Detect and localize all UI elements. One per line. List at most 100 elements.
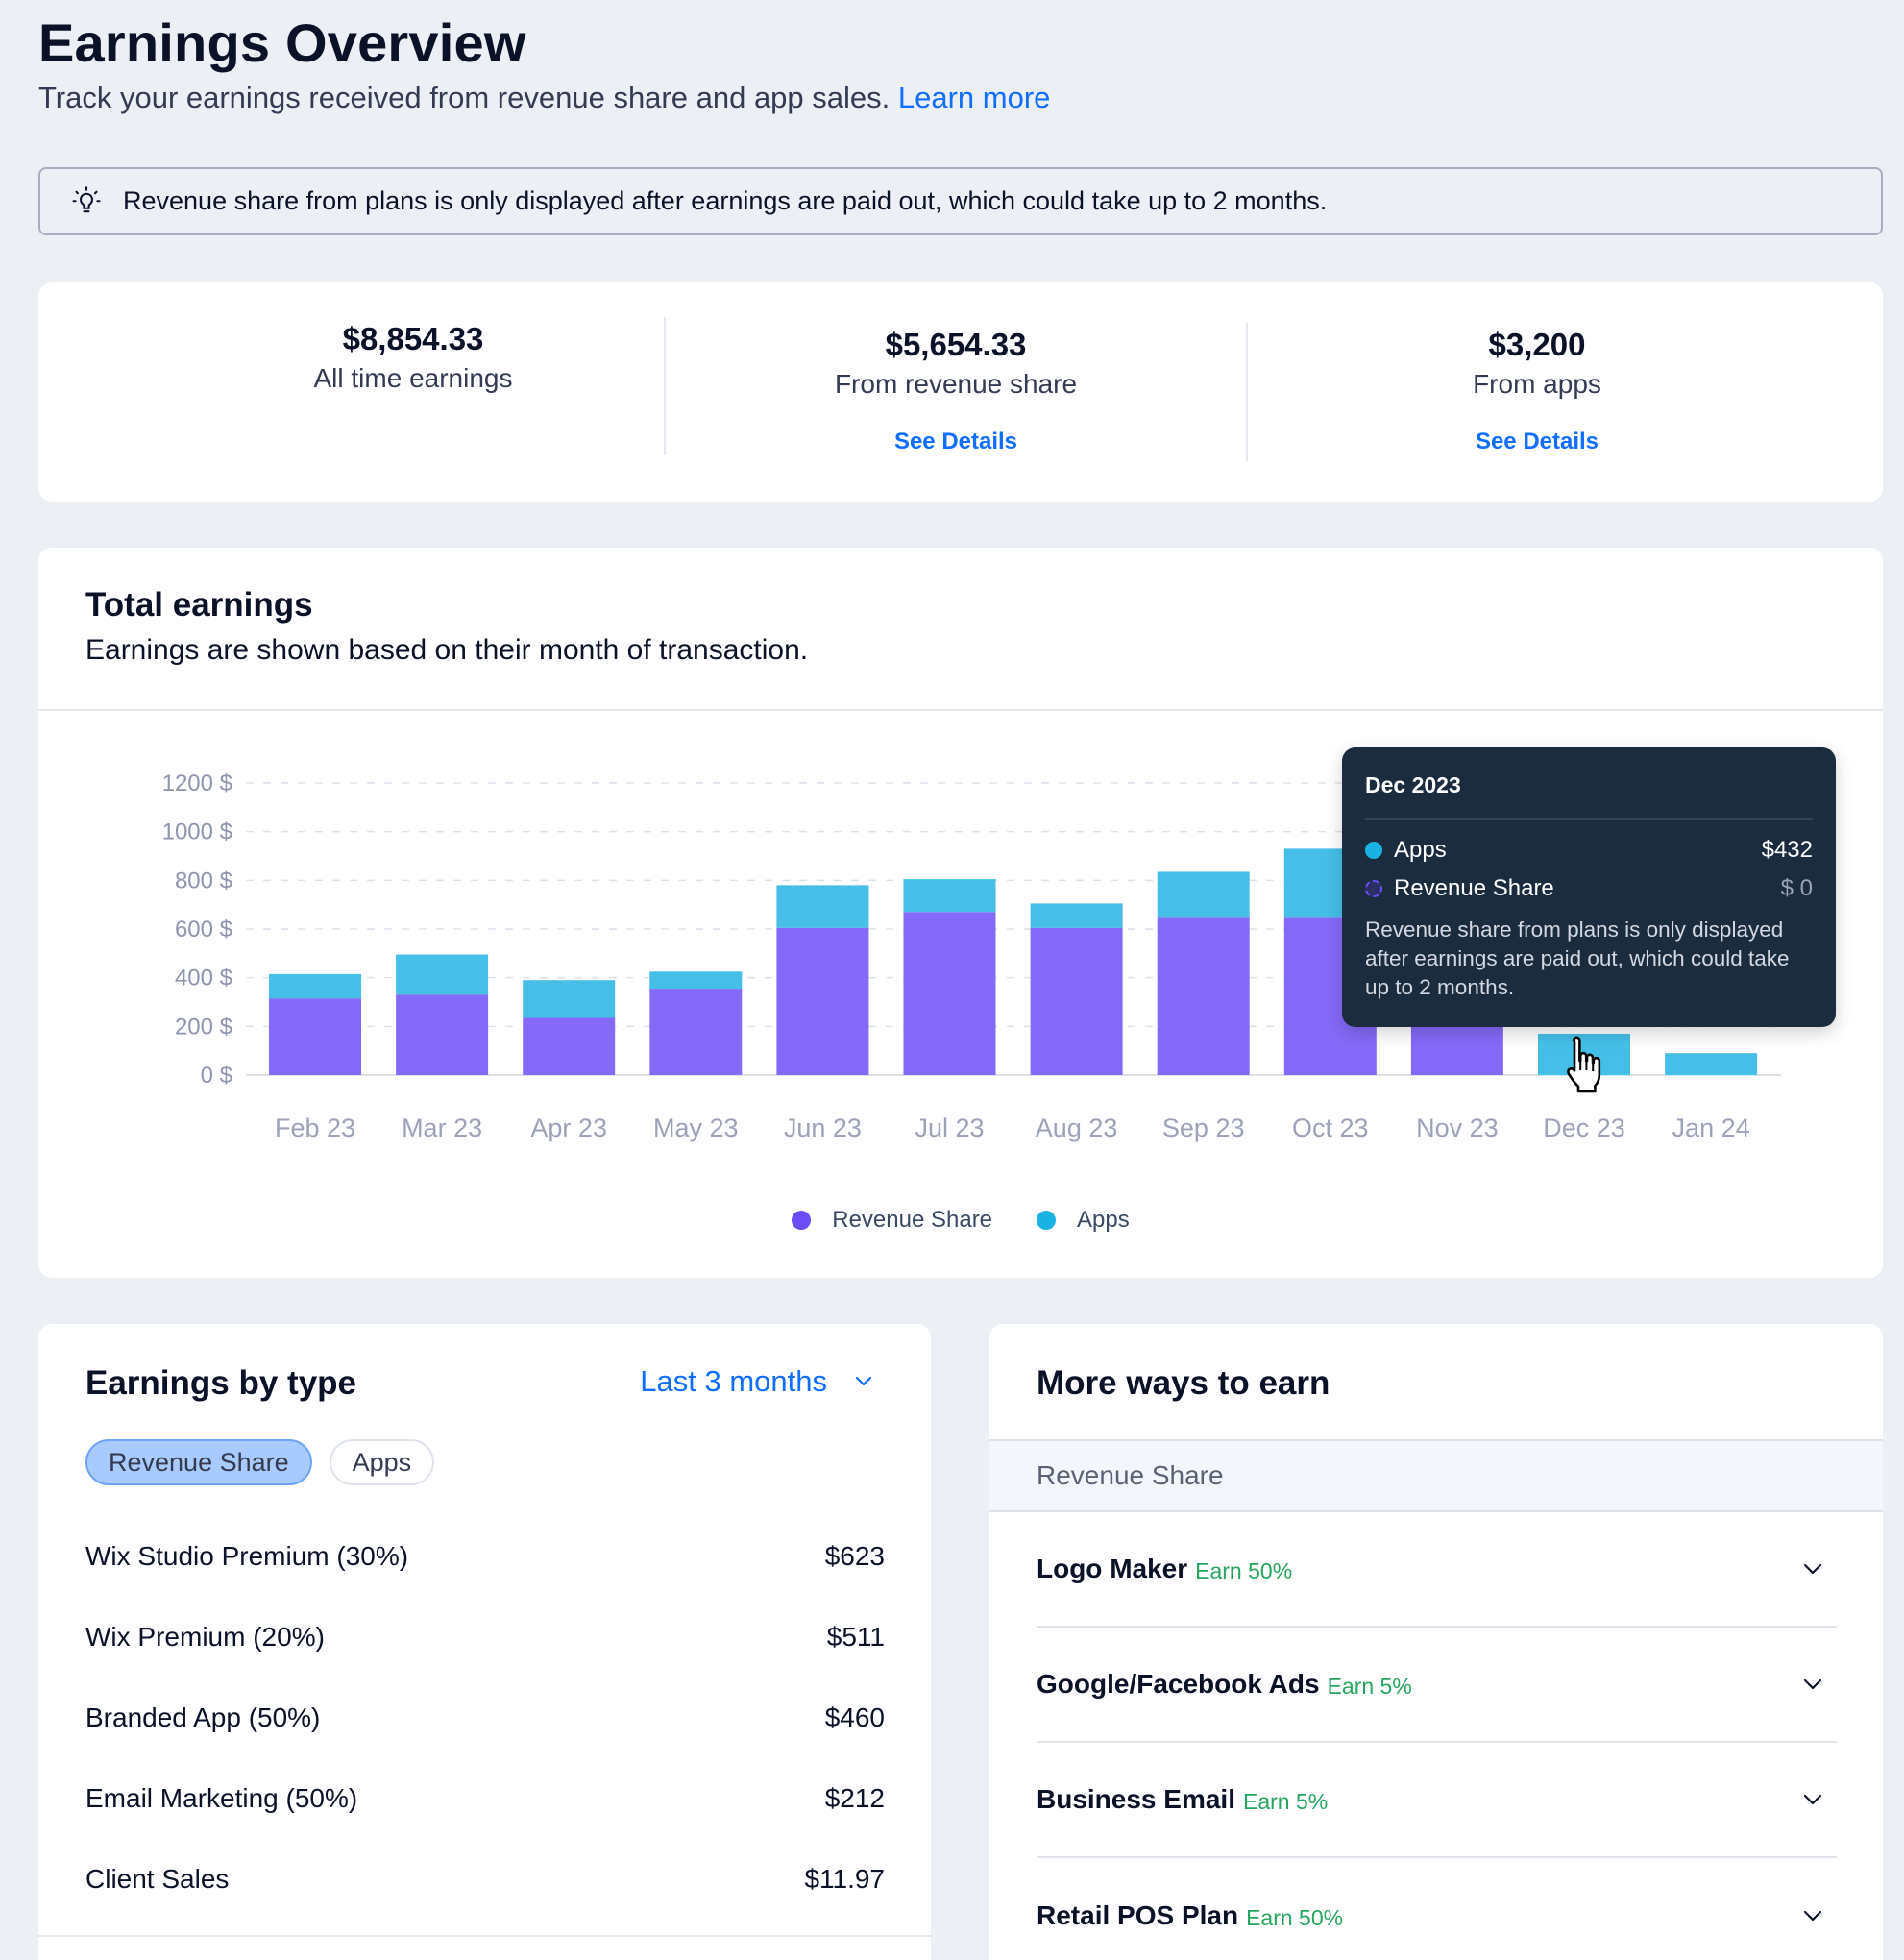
y-tick-label: 200 $ [175, 1014, 232, 1040]
section-header-revenue-share: Revenue Share [989, 1439, 1883, 1512]
chevron-down-icon[interactable] [1802, 1793, 1823, 1806]
bar-apps [776, 885, 869, 928]
bar-apps [1030, 903, 1123, 928]
bar-revenue-share [776, 927, 869, 1075]
x-tick-label: Mar 23 [402, 1114, 482, 1142]
stat-label: From apps [1473, 369, 1601, 399]
see-details-revenue-share-link[interactable]: See Details [894, 429, 1017, 455]
bar-apps [903, 879, 996, 913]
chart-legend: Revenue Share Apps [38, 1207, 1883, 1234]
apps-dot-icon [1365, 842, 1382, 859]
bar-revenue-share [523, 1017, 616, 1075]
revenue-share-dot-icon [792, 1211, 812, 1230]
y-tick-label: 1200 $ [162, 771, 232, 796]
bar-revenue-share [396, 994, 489, 1075]
list-item: Wix Premium (20%) $511 [85, 1597, 885, 1678]
period-dropdown-value: Last 3 months [640, 1364, 827, 1398]
stat-label: All time earnings [313, 363, 513, 393]
see-details-apps-link[interactable]: See Details [1476, 429, 1599, 455]
more-ways-to-earn-card: More ways to earn Revenue Share Logo Mak… [989, 1324, 1883, 1960]
earnings-by-type-title: Earnings by type [85, 1364, 357, 1402]
accordion-item-google-facebook-ads[interactable]: Google/Facebook Ads Earn 5% [1037, 1628, 1837, 1743]
item-name: Logo Maker [1037, 1554, 1188, 1583]
x-tick-label: Dec 23 [1543, 1114, 1625, 1142]
bar-apps [1157, 871, 1250, 918]
tooltip-title: Dec 2023 [1365, 772, 1461, 797]
chevron-down-icon[interactable] [1802, 1909, 1823, 1923]
more-ways-title: More ways to earn [1037, 1364, 1330, 1402]
legend-label: Revenue Share [832, 1207, 993, 1233]
apps-dot-icon [1037, 1211, 1057, 1230]
tooltip-divider [1365, 818, 1813, 820]
chip-revenue-share[interactable]: Revenue Share [85, 1439, 312, 1485]
bar-revenue-share [649, 989, 743, 1075]
type-amount: $212 [824, 1783, 885, 1813]
x-tick-label: Jan 24 [1672, 1114, 1750, 1142]
chevron-down-icon[interactable] [1802, 1678, 1823, 1691]
type-name: Wix Studio Premium (30%) [85, 1541, 409, 1571]
accordion-item-retail-pos-plan[interactable]: Retail POS Plan Earn 50% [1037, 1858, 1837, 1960]
revenue-share-dashed-dot-icon [1365, 880, 1382, 897]
ways-accordion: Logo Maker Earn 50% Google/Facebook Ads … [1037, 1512, 1837, 1960]
chip-apps[interactable]: Apps [329, 1439, 435, 1485]
item-name: Retail POS Plan [1037, 1900, 1239, 1930]
period-dropdown[interactable]: Last 3 months [640, 1364, 873, 1399]
x-tick-label: May 23 [653, 1114, 739, 1142]
type-amount: $460 [824, 1703, 885, 1732]
bar-revenue-share [269, 998, 361, 1075]
type-name: Email Marketing (50%) [85, 1783, 358, 1813]
list-item: Client Sales $11.97 [85, 1839, 885, 1920]
x-tick-label: Jun 23 [784, 1114, 862, 1142]
tooltip-row-revenue-share: Revenue Share $ 0 [1365, 875, 1813, 902]
legend-label: Apps [1077, 1207, 1130, 1233]
tooltip-row-value: $ 0 [1780, 875, 1813, 901]
type-filter-chips: Revenue Share Apps [85, 1439, 435, 1485]
bar-apps [649, 971, 743, 990]
page-subtitle: Track your earnings received from revenu… [38, 81, 1050, 115]
type-name: Wix Premium (20%) [85, 1622, 325, 1652]
x-tick-label: Aug 23 [1036, 1114, 1118, 1142]
bar-revenue-share [1157, 917, 1250, 1075]
bar-revenue-share [1030, 927, 1123, 1075]
x-tick-label: Sep 23 [1162, 1114, 1245, 1142]
x-tick-label: Jul 23 [915, 1114, 984, 1142]
banner-text: Revenue share from plans is only display… [123, 186, 1328, 215]
y-tick-label: 600 $ [175, 917, 232, 943]
earn-badge: Earn 50% [1246, 1904, 1344, 1930]
bar-apps [269, 973, 361, 999]
item-name: Google/Facebook Ads [1037, 1669, 1320, 1699]
list-bottom-divider [38, 1935, 931, 1937]
stat-amount: $5,654.33 [885, 327, 1027, 362]
item-name: Business Email [1037, 1784, 1235, 1814]
learn-more-link[interactable]: Learn more [898, 81, 1051, 114]
tooltip-row-value: $432 [1761, 837, 1813, 863]
accordion-item-business-email[interactable]: Business Email Earn 5% [1037, 1743, 1837, 1858]
bar-apps [396, 954, 489, 995]
type-amount: $11.97 [804, 1864, 885, 1894]
type-amount: $511 [826, 1622, 885, 1652]
list-item: Branded App (50%) $460 [85, 1678, 885, 1758]
earn-badge: Earn 5% [1327, 1673, 1412, 1699]
stat-amount: $8,854.33 [342, 321, 484, 356]
page-subtitle-text: Track your earnings received from revenu… [38, 81, 891, 114]
hand-pointer-cursor-icon [1567, 1036, 1601, 1093]
list-item: Email Marketing (50%) $212 [85, 1758, 885, 1839]
chart-tooltip: Dec 2023 Apps $432 Revenue Share $ 0 Rev… [1342, 747, 1836, 1027]
chevron-down-icon[interactable] [1802, 1562, 1823, 1576]
x-tick-label: Feb 23 [275, 1114, 355, 1142]
x-tick-label: Nov 23 [1416, 1114, 1499, 1142]
chevron-down-icon [855, 1376, 872, 1386]
tooltip-row-name: Apps [1394, 837, 1447, 863]
stat-divider [1246, 323, 1248, 461]
x-tick-label: Apr 23 [530, 1114, 607, 1142]
accordion-item-logo-maker[interactable]: Logo Maker Earn 50% [1037, 1512, 1837, 1628]
legend-item-revenue-share[interactable]: Revenue Share [792, 1207, 992, 1234]
tooltip-row-name: Revenue Share [1394, 875, 1554, 901]
stat-all-time: $8,854.33 All time earnings [125, 321, 701, 394]
legend-item-apps[interactable]: Apps [1037, 1207, 1130, 1234]
bar-revenue-share [903, 912, 996, 1075]
bar-apps [1665, 1053, 1758, 1075]
stat-divider [664, 317, 666, 455]
earn-badge: Earn 50% [1195, 1557, 1293, 1583]
earn-badge: Earn 5% [1242, 1788, 1329, 1814]
